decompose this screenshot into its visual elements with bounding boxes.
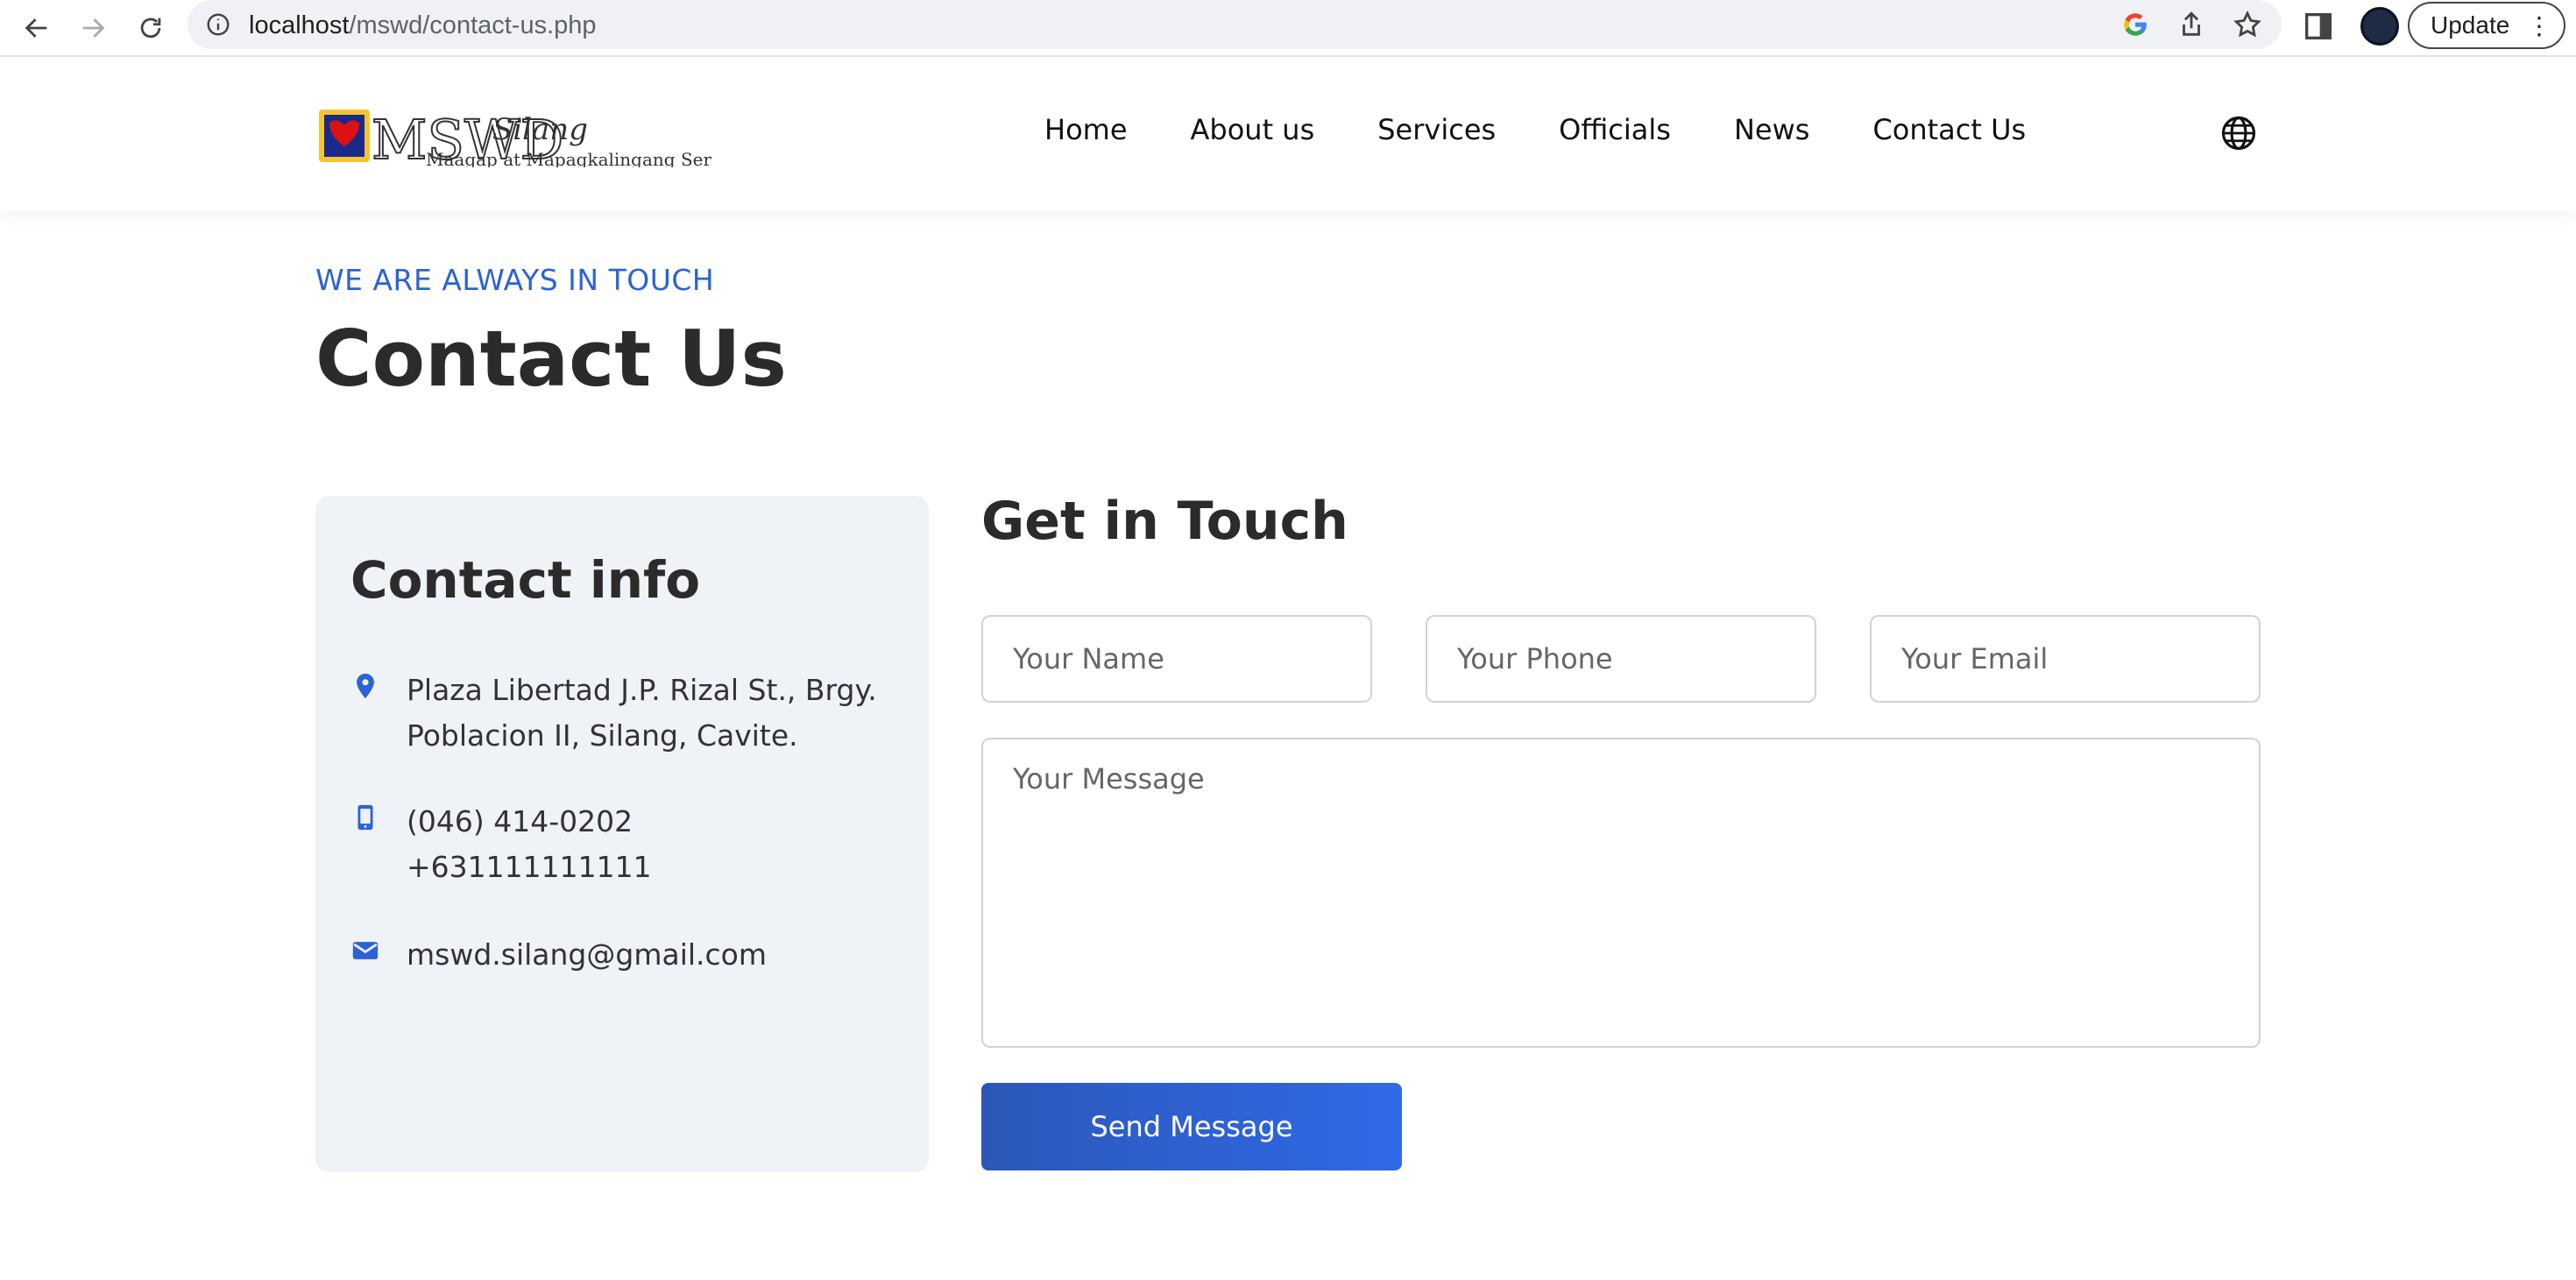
browser-toolbar: localhost/mswd/contact-us.php Update ⋮ [0, 0, 2576, 57]
globe-icon[interactable] [2220, 115, 2257, 152]
bookmark-star-icon[interactable] [2233, 10, 2262, 39]
main-nav: Home About us Services Officials News Co… [1044, 113, 2026, 146]
send-message-button[interactable]: Send Message [981, 1083, 1402, 1170]
phone-input[interactable] [1426, 615, 1816, 703]
address-bar[interactable]: localhost/mswd/contact-us.php [188, 0, 2282, 49]
nav-about[interactable]: About us [1191, 113, 1315, 146]
nav-contact[interactable]: Contact Us [1872, 113, 2026, 146]
update-label: Update [2431, 11, 2510, 39]
info-icon[interactable] [205, 11, 231, 38]
address-line-1: Plaza Libertad J.P. Rizal St., Brgy. [407, 673, 877, 707]
reload-icon [140, 18, 161, 39]
name-input[interactable] [981, 615, 1372, 703]
share-icon[interactable] [2176, 10, 2206, 39]
message-textarea[interactable] [981, 738, 2261, 1048]
svg-text:Silang: Silang [492, 112, 588, 147]
email-row: mswd.silang@gmail.com [350, 932, 767, 978]
update-button[interactable]: Update ⋮ [2408, 2, 2565, 49]
email-input[interactable] [1870, 615, 2261, 703]
nav-news[interactable]: News [1734, 113, 1809, 146]
arrow-left-icon [25, 18, 47, 38]
forward-button[interactable] [72, 7, 114, 49]
map-pin-icon [357, 673, 374, 699]
contact-info-card: Contact info Plaza Libertad J.P. Rizal S… [315, 496, 929, 1172]
nav-home[interactable]: Home [1044, 113, 1128, 146]
address-line-2: Poblacion II, Silang, Cavite. [407, 718, 798, 753]
phone-icon [357, 804, 373, 831]
svg-text:Maagap at Mapagkalingang Serbi: Maagap at Mapagkalingang Serbisyo [426, 149, 711, 167]
back-button[interactable] [16, 7, 58, 49]
mail-icon [352, 942, 379, 959]
section-eyebrow: WE ARE ALWAYS IN TOUCH [315, 263, 715, 297]
url-text: localhost/mswd/contact-us.php [249, 11, 597, 39]
phone-row: (046) 414-0202 +631111111111 [350, 799, 652, 890]
phone-1[interactable]: (046) 414-0202 [407, 799, 652, 845]
page-title: Contact Us [315, 314, 787, 404]
email-address[interactable]: mswd.silang@gmail.com [407, 932, 767, 978]
side-panel-icon[interactable] [2301, 9, 2336, 44]
address-row: Plaza Libertad J.P. Rizal St., Brgy. Pob… [350, 668, 877, 759]
more-menu-icon[interactable]: ⋮ [2527, 14, 2551, 39]
reload-button[interactable] [130, 7, 172, 49]
contact-info-title: Contact info [350, 550, 701, 610]
phone-2[interactable]: +631111111111 [407, 845, 652, 890]
site-header: MSWD Silang Maagap at Mapagkalingang Ser… [0, 59, 2576, 211]
mswd-logo[interactable]: MSWD Silang Maagap at Mapagkalingang Ser… [317, 97, 711, 167]
nav-services[interactable]: Services [1377, 113, 1496, 146]
google-icon[interactable] [2120, 10, 2150, 39]
form-title: Get in Touch [981, 491, 1348, 552]
nav-officials[interactable]: Officials [1559, 113, 1671, 146]
profile-avatar[interactable] [2360, 7, 2399, 46]
arrow-right-icon [82, 18, 105, 38]
